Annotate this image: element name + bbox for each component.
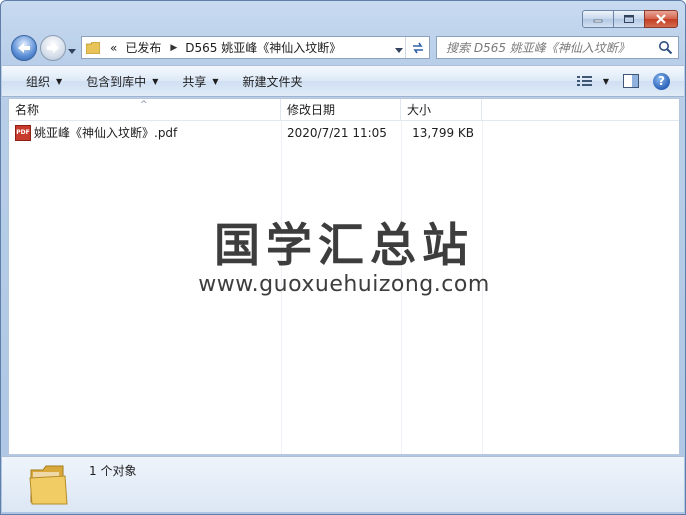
breadcrumb-item-current[interactable]: D565 姚亚峰《神仙入坟断》 — [185, 39, 341, 56]
minimize-button[interactable] — [582, 10, 614, 28]
chevron-down-icon: ▼ — [212, 76, 219, 86]
column-header-row: 名称 ^ 修改日期 大小 — [9, 99, 679, 121]
address-bar[interactable]: « 已发布 ▶ D565 姚亚峰《神仙入坟断》 — [81, 36, 430, 59]
close-button[interactable] — [644, 10, 678, 28]
folder-icon — [29, 465, 68, 505]
column-header-name[interactable]: 名称 ^ — [9, 99, 281, 121]
preview-pane-button[interactable] — [623, 74, 639, 88]
minimize-icon — [593, 19, 603, 23]
arrow-left-icon — [18, 43, 30, 53]
new-folder-button[interactable]: 新建文件夹 — [243, 73, 303, 90]
column-name-label: 名称 — [15, 103, 40, 117]
column-header-date-modified[interactable]: 修改日期 — [281, 99, 401, 121]
file-name-cell: PDF 姚亚峰《神仙入坟断》.pdf — [15, 123, 177, 143]
include-in-library-menu[interactable]: 包含到库中 ▼ — [86, 73, 158, 90]
breadcrumb-separator-icon[interactable]: ▶ — [170, 43, 177, 53]
forward-button[interactable] — [40, 35, 66, 61]
caption-buttons — [582, 10, 678, 28]
organize-label: 组织 — [26, 74, 51, 89]
search-input[interactable]: 搜索 D565 姚亚峰《神仙入坟断》 — [436, 36, 679, 59]
maximize-button[interactable] — [613, 10, 645, 28]
item-count: 1 个对象 — [89, 464, 137, 478]
details-pane: 1 个对象 — [2, 456, 684, 512]
new-folder-label: 新建文件夹 — [242, 74, 303, 89]
include-in-library-label: 包含到库中 — [86, 74, 147, 89]
file-date-modified: 2020/7/21 11:05 — [287, 126, 387, 140]
chevron-down-icon: ▼ — [602, 76, 609, 86]
chevron-down-icon: ▼ — [152, 76, 159, 86]
pdf-icon: PDF — [15, 125, 31, 141]
address-dropdown[interactable] — [395, 43, 403, 57]
share-menu[interactable]: 共享 ▼ — [182, 73, 218, 90]
back-button[interactable] — [11, 35, 37, 61]
chevron-down-icon — [395, 48, 403, 53]
explorer-window: « 已发布 ▶ D565 姚亚峰《神仙入坟断》 搜索 D565 姚亚峰《神仙入坟… — [0, 0, 686, 515]
help-icon: ? — [653, 72, 670, 90]
watermark-title: 国学汇总站 — [214, 218, 474, 272]
chevron-down-icon: ▼ — [56, 76, 63, 86]
organize-menu[interactable]: 组织 ▼ — [26, 73, 62, 90]
help-button[interactable]: ? — [653, 72, 670, 90]
breadcrumb-overflow[interactable]: « — [110, 41, 117, 55]
file-size: 13,799 KB — [412, 126, 474, 140]
arrow-right-icon — [47, 43, 59, 53]
refresh-icon — [412, 42, 423, 53]
change-view-button[interactable]: ▼ — [576, 75, 609, 87]
search-icon[interactable] — [658, 40, 673, 55]
file-name: 姚亚峰《神仙入坟断》.pdf — [34, 126, 178, 140]
view-controls: ▼ ? — [576, 66, 684, 96]
watermark-url: www.guoxuehuizong.com — [198, 272, 490, 297]
search-placeholder: 搜索 D565 姚亚峰《神仙入坟断》 — [446, 41, 630, 55]
sort-ascending-icon: ^ — [140, 100, 148, 110]
column-header-size[interactable]: 大小 — [401, 99, 482, 121]
column-size-label: 大小 — [407, 103, 432, 117]
column-date-label: 修改日期 — [287, 103, 336, 117]
command-bar: 组织 ▼ 包含到库中 ▼ 共享 ▼ 新建文件夹 ▼ ? — [2, 65, 684, 97]
maximize-icon — [624, 15, 634, 23]
list-item[interactable]: PDF 姚亚峰《神仙入坟断》.pdf 2020/7/21 11:05 13,79… — [9, 123, 679, 143]
close-icon — [656, 14, 666, 24]
breadcrumb-item[interactable]: 已发布 — [125, 39, 161, 56]
preview-pane-icon — [623, 74, 639, 88]
refresh-button[interactable] — [405, 37, 429, 58]
chevron-down-icon — [68, 49, 76, 54]
recent-pages-dropdown[interactable] — [68, 44, 76, 58]
folder-icon — [86, 41, 100, 54]
details-view-icon — [576, 76, 592, 86]
share-label: 共享 — [182, 74, 207, 89]
